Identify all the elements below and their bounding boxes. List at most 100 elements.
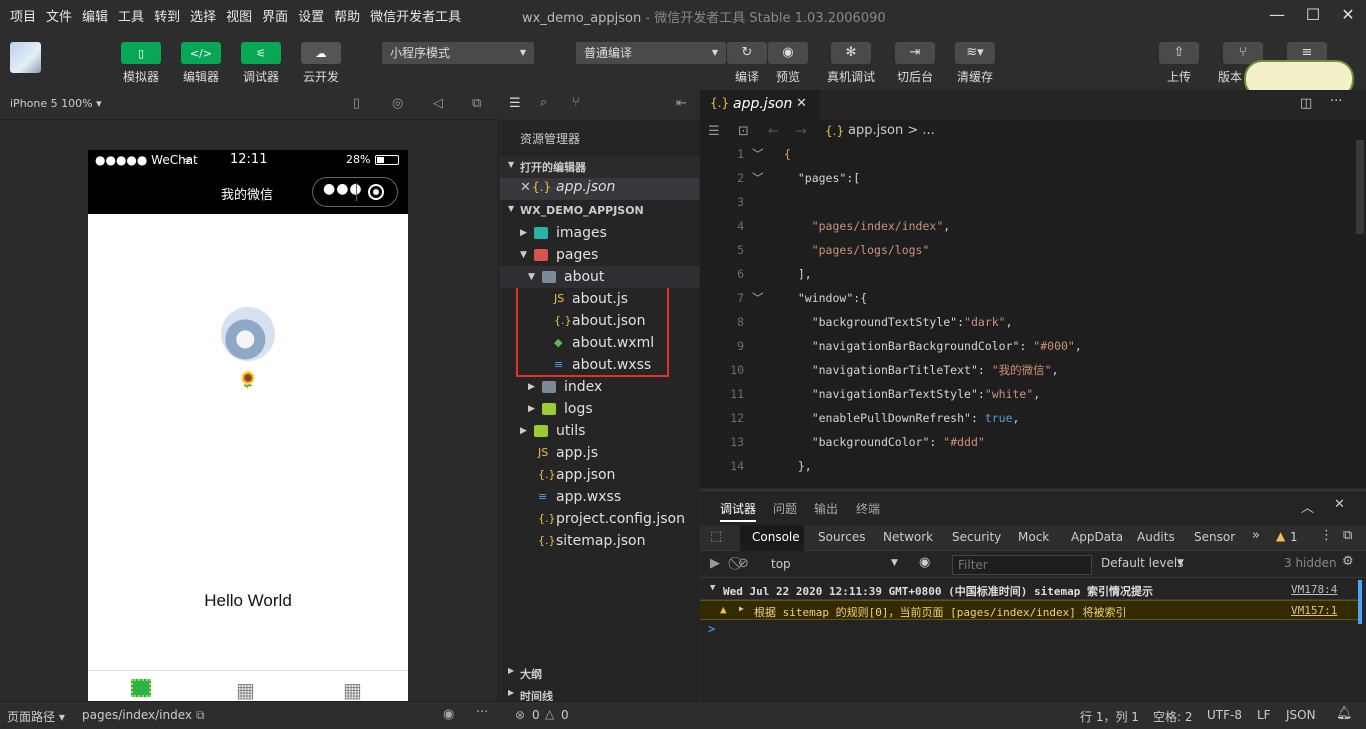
device-debug-button[interactable]: ✻ bbox=[831, 42, 871, 64]
tab-grid-icon[interactable]: ▦ bbox=[236, 678, 255, 702]
undock-icon[interactable]: ⧉ bbox=[1343, 528, 1352, 543]
close-window-button[interactable]: ✕ bbox=[1337, 4, 1359, 26]
device-select[interactable]: iPhone 5 100% ▾ bbox=[10, 97, 102, 110]
menu-devtools[interactable]: 微信开发者工具 bbox=[370, 6, 461, 25]
code-line[interactable]: 13 "backgroundColor": "#ddd" bbox=[700, 430, 1360, 454]
tree-folder[interactable]: ▶ utils bbox=[500, 420, 699, 442]
tree-folder[interactable]: ▶ images bbox=[500, 222, 699, 244]
close-mini-icon[interactable] bbox=[368, 184, 384, 200]
menu-file[interactable]: 文件 bbox=[46, 6, 72, 25]
close-icon[interactable]: ✕ bbox=[1334, 497, 1345, 512]
gear-icon[interactable]: ⚙ bbox=[1342, 554, 1354, 569]
tree-file[interactable]: ≡ about.wxss bbox=[500, 354, 699, 376]
cursor-position[interactable]: 行 1，列 1 bbox=[1080, 708, 1139, 725]
copy-icon[interactable]: ⧉ bbox=[196, 708, 205, 723]
warning-count-status[interactable]: 0 bbox=[561, 708, 569, 722]
tab-home-icon[interactable] bbox=[131, 679, 151, 697]
warning-source-link[interactable]: VM157:1 bbox=[1291, 604, 1337, 617]
page-path-select[interactable]: 页面路径 ▾ bbox=[7, 708, 65, 725]
tree-file[interactable]: {.} app.json bbox=[500, 464, 699, 486]
tab-appdata[interactable]: AppData bbox=[1071, 530, 1123, 544]
menu-project[interactable]: 项目 bbox=[10, 6, 36, 25]
volume-icon[interactable]: ◁ bbox=[433, 96, 443, 111]
console-group-row[interactable]: ▼ Wed Jul 22 2020 12:11:39 GMT+0800 (中国标… bbox=[700, 580, 1360, 600]
menu-edit[interactable]: 编辑 bbox=[82, 6, 108, 25]
project-header[interactable]: ▼ WX_DEMO_APPJSON bbox=[500, 200, 699, 222]
console-prompt[interactable]: > bbox=[708, 622, 715, 636]
tree-folder[interactable]: ▼ about bbox=[500, 266, 699, 288]
popout-icon[interactable]: ⧉ bbox=[472, 96, 481, 111]
cloud-button[interactable]: ☁ bbox=[301, 42, 341, 64]
tab-audits[interactable]: Audits bbox=[1137, 530, 1175, 544]
git-icon[interactable]: ⑂ bbox=[572, 95, 580, 110]
back-icon[interactable]: ← bbox=[768, 124, 779, 139]
menu-view[interactable]: 视图 bbox=[226, 6, 252, 25]
code-line[interactable]: 2 ﹀ "pages":[ bbox=[700, 166, 1360, 190]
menu-interface[interactable]: 界面 bbox=[262, 6, 288, 25]
indent-setting[interactable]: 空格: 2 bbox=[1153, 708, 1193, 725]
bell-icon[interactable]: 🔔︎ bbox=[1336, 706, 1353, 721]
inspect-icon[interactable]: ⬚ bbox=[710, 529, 722, 544]
close-icon[interactable]: ✕ bbox=[796, 96, 807, 111]
chevron-up-icon[interactable]: ︿ bbox=[1301, 497, 1314, 516]
tree-file[interactable]: JS about.js bbox=[500, 288, 699, 310]
tree-folder[interactable]: ▶ logs bbox=[500, 398, 699, 420]
upload-button[interactable]: ⇧ bbox=[1159, 42, 1199, 64]
outline-section[interactable]: ▶ 大纲 bbox=[500, 662, 699, 684]
tree-file[interactable]: ◆ about.wxml bbox=[500, 332, 699, 354]
code-line[interactable]: 5 "pages/logs/logs" bbox=[700, 238, 1360, 262]
code-line[interactable]: 3 bbox=[700, 190, 1360, 214]
more-icon[interactable]: ··· bbox=[476, 705, 488, 720]
kebab-menu-icon[interactable]: ⋮ bbox=[1320, 528, 1333, 543]
tree-file[interactable]: JS app.js bbox=[500, 442, 699, 464]
tab-problems[interactable]: 问题 bbox=[773, 500, 797, 517]
code-line[interactable]: 7 ﹀ "window":{ bbox=[700, 286, 1360, 310]
maximize-button[interactable]: ☐ bbox=[1302, 4, 1324, 26]
levels-select[interactable]: Default levels bbox=[1101, 556, 1183, 570]
code-line[interactable]: 10 "navigationBarTitleText": "我的微信", bbox=[700, 358, 1360, 382]
record-icon[interactable]: ◎ bbox=[392, 96, 403, 111]
close-icon[interactable]: ✕ bbox=[520, 180, 531, 195]
menu-settings[interactable]: 设置 bbox=[298, 6, 324, 25]
clear-cache-button[interactable]: ≋▾ bbox=[955, 42, 995, 64]
eye-icon[interactable]: ◉ bbox=[443, 707, 454, 722]
menu-tools[interactable]: 工具 bbox=[118, 6, 144, 25]
tree-file[interactable]: {.} about.json bbox=[500, 310, 699, 332]
phone-icon[interactable]: ▯ bbox=[353, 96, 360, 111]
sidebar-toggle-icon[interactable]: ▶ bbox=[710, 556, 720, 571]
end-of-line[interactable]: LF bbox=[1257, 708, 1271, 722]
tab-security[interactable]: Security bbox=[952, 530, 1001, 544]
context-select[interactable]: top ▼ bbox=[765, 555, 905, 575]
tree-file[interactable]: ≡ app.wxss bbox=[500, 486, 699, 508]
split-editor-icon[interactable]: ◫ bbox=[1300, 96, 1312, 111]
bookmark-icon[interactable]: ⊡ bbox=[738, 124, 749, 139]
tab-console[interactable]: Console bbox=[752, 530, 800, 544]
encoding[interactable]: UTF-8 bbox=[1207, 708, 1242, 722]
language-mode[interactable]: JSON bbox=[1286, 708, 1316, 722]
code-line[interactable]: 1 ﹀ { bbox=[700, 142, 1360, 166]
forward-icon[interactable]: → bbox=[796, 124, 807, 139]
code-line[interactable]: 6 ], bbox=[700, 262, 1360, 286]
more-icon[interactable]: ··· bbox=[1330, 94, 1342, 109]
tree-folder[interactable]: ▼ pages bbox=[500, 244, 699, 266]
tab-sources[interactable]: Sources bbox=[818, 530, 865, 544]
debugger-toggle-button[interactable]: ⚟ bbox=[241, 42, 281, 64]
console-scrollbar[interactable] bbox=[1358, 580, 1362, 624]
group-source-link[interactable]: VM178:4 bbox=[1291, 583, 1337, 596]
user-avatar[interactable] bbox=[10, 42, 41, 73]
open-editors-header[interactable]: ▼ 打开的编辑器 bbox=[500, 156, 699, 178]
tab-debugger[interactable]: 调试器 bbox=[720, 500, 757, 522]
editor-toggle-button[interactable]: </> bbox=[181, 42, 221, 64]
code-line[interactable]: 12 "enablePullDownRefresh": true, bbox=[700, 406, 1360, 430]
minimize-button[interactable]: — bbox=[1266, 4, 1288, 26]
files-icon[interactable]: ☰ bbox=[509, 96, 521, 111]
compile-button[interactable]: ↻ bbox=[727, 42, 767, 64]
tab-output[interactable]: 输出 bbox=[814, 500, 838, 517]
eye-icon[interactable]: ◉ bbox=[919, 555, 930, 570]
background-button[interactable]: ⇥ bbox=[895, 42, 935, 64]
menu-goto[interactable]: 转到 bbox=[154, 6, 180, 25]
error-count[interactable]: 0 bbox=[532, 708, 540, 722]
mode-select[interactable]: 小程序模式 ▼ bbox=[382, 42, 534, 64]
tab-network[interactable]: Network bbox=[883, 530, 933, 544]
tab-grid-icon[interactable]: ▦ bbox=[343, 678, 362, 702]
